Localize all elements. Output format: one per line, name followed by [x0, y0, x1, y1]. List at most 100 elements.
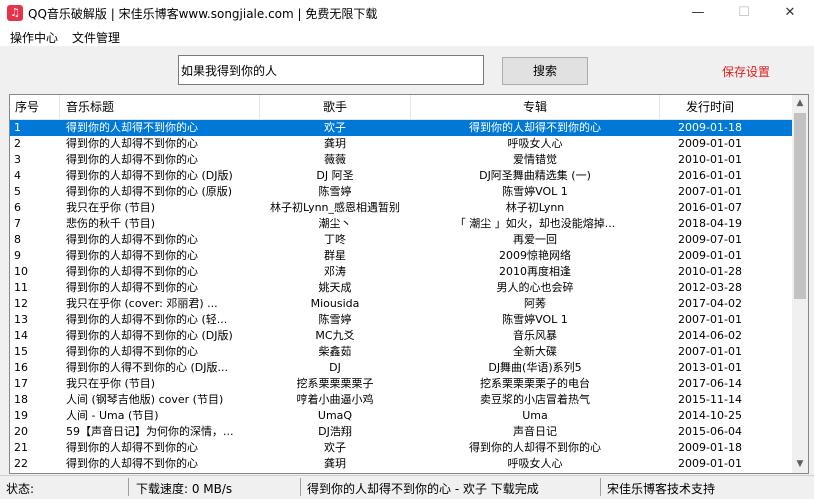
minimize-button[interactable]: —: [675, 0, 721, 26]
row-artist: 陈雪婷: [318, 185, 352, 198]
row-release-date: 2014-10-25: [678, 409, 742, 422]
table-row[interactable]: 1 得到你的人却得不到你的心 欢子 得到你的人却得不到你的心 2009-01-18: [10, 120, 792, 136]
music-note-icon: ♫: [7, 5, 23, 21]
table-row[interactable]: 16 得到你的人得不到你的心 (DJ版... DJ DJ舞曲(华语)系列5 2013-0…: [10, 360, 792, 376]
row-release-date: 2010-01-28: [678, 265, 742, 278]
table-row[interactable]: 9 得到你的人却得不到你的心 群星 2009惊艳网络 2009-01-01: [10, 248, 792, 264]
row-index: 18: [14, 393, 28, 406]
row-index: 19: [14, 409, 28, 422]
row-title: 得到你的人却得不到你的心: [66, 345, 198, 358]
table-row[interactable]: 19 人间 - Uma (节目) UmaQ Uma 2014-10-25: [10, 408, 792, 424]
row-index: 15: [14, 345, 28, 358]
row-artist: Miousida: [310, 297, 360, 310]
row-artist: DJ浩翔: [318, 425, 352, 438]
row-index: 22: [14, 457, 28, 470]
row-title: 得到你的人却得不到你的心 (原版): [66, 185, 233, 198]
table-row[interactable]: 11 得到你的人却得不到你的心 姚天成 男人的心也会碎 2012-03-28: [10, 280, 792, 296]
row-artist: 欢子: [324, 441, 346, 454]
scroll-up-icon[interactable]: ▲: [792, 95, 808, 112]
row-index: 20: [14, 425, 28, 438]
close-button[interactable]: ✕: [767, 0, 813, 26]
table-row[interactable]: 21 得到你的人却得不到你的心 欢子 得到你的人却得不到你的心 2009-01-18: [10, 440, 792, 456]
row-index: 5: [14, 185, 21, 198]
row-title: 得到你的人却得不到你的心 (轻...: [66, 313, 228, 326]
row-artist: 姚天成: [318, 281, 352, 294]
table-row[interactable]: 22 得到你的人却得不到你的心 龚玥 呼吸女人心 2009-01-01: [10, 456, 792, 472]
row-album: 声音日记: [513, 425, 557, 438]
menu-file-management[interactable]: 文件管理: [72, 29, 120, 46]
row-title: 我只在乎你 (cover: 邓丽君) ...: [66, 297, 218, 310]
save-settings-link[interactable]: 保存设置: [722, 63, 770, 80]
search-button[interactable]: 搜索: [502, 57, 588, 85]
row-title: 人间 (钢琴吉他版) cover (节目): [66, 393, 224, 406]
header-release-date[interactable]: 发行时间: [660, 95, 792, 119]
row-album: 陈雪婷VOL 1: [502, 185, 568, 198]
row-album: DJ舞曲(华语)系列5: [488, 361, 582, 374]
table-row[interactable]: 6 我只在乎你 (节目) 林子初Lynn_感恩相遇暂别 林子初Lynn 2016-01-…: [10, 200, 792, 216]
row-album: 再爱一回: [513, 233, 557, 246]
table-row[interactable]: 7 悲伤的秋千 (节目) 潮尘丶 「 潮尘 」如火，却也没能熔掉... 2018-04-…: [10, 216, 792, 232]
header-title[interactable]: 音乐标题: [60, 95, 260, 119]
row-artist: 潮尘丶: [318, 217, 352, 230]
row-title: 悲伤的秋千 (节目): [66, 217, 156, 230]
table-row[interactable]: 15 得到你的人却得不到你的心 柴鑫茹 全新大碟 2007-01-01: [10, 344, 792, 360]
table-row[interactable]: 20 59【声音日记】为何你的深情，... DJ浩翔 声音日记 2015-06-04: [10, 424, 792, 440]
table-row[interactable]: 18 人间 (钢琴吉他版) cover (节目) 哼着小曲逼小鸡 卖豆浆的小店冒着热气…: [10, 392, 792, 408]
scroll-thumb[interactable]: [794, 113, 806, 299]
table-row[interactable]: 4 得到你的人却得不到你的心 (DJ版) DJ 阿圣 DJ阿圣舞曲精选集 (一) 201…: [10, 168, 792, 184]
row-release-date: 2015-11-14: [678, 393, 742, 406]
table-row[interactable]: 8 得到你的人却得不到你的心 丁咚 再爱一回 2009-07-01: [10, 232, 792, 248]
table-row[interactable]: 13 得到你的人却得不到你的心 (轻... 陈雪婷 陈雪婷VOL 1 2007-01-0…: [10, 312, 792, 328]
row-album: 陈雪婷VOL 1: [502, 313, 568, 326]
row-title: 得到你的人却得不到你的心: [66, 249, 198, 262]
row-album: Uma: [522, 409, 548, 422]
row-album: 阿莠: [524, 297, 546, 310]
row-index: 9: [14, 249, 21, 262]
table-row[interactable]: 2 得到你的人却得不到你的心 龚玥 呼吸女人心 2009-01-01: [10, 136, 792, 152]
menu-bar: 操作中心 文件管理: [0, 26, 814, 46]
music-list[interactable]: 序号 音乐标题 歌手 专辑 发行时间 1 得到你的人却得不到你的心 欢子 得到你的人却…: [9, 94, 809, 474]
row-release-date: 2009-01-01: [678, 249, 742, 262]
table-row[interactable]: 17 我只在乎你 (节目) 挖系栗栗栗栗子 挖系栗栗栗栗子的电台 2017-06-14: [10, 376, 792, 392]
table-row[interactable]: 5 得到你的人却得不到你的心 (原版) 陈雪婷 陈雪婷VOL 1 2007-01-01: [10, 184, 792, 200]
row-index: 16: [14, 361, 28, 374]
table-row[interactable]: 12 我只在乎你 (cover: 邓丽君) ... Miousida 阿莠 2017-0…: [10, 296, 792, 312]
status-label: 状态:: [6, 482, 35, 496]
table-row[interactable]: 10 得到你的人却得不到你的心 邓涛 2010再度相逢 2010-01-28: [10, 264, 792, 280]
table-row[interactable]: 3 得到你的人却得不到你的心 薇薇 爱情错觉 2010-01-01: [10, 152, 792, 168]
row-album: 得到你的人却得不到你的心: [469, 441, 601, 454]
status-bar: 状态: 下载速度: 0 MB/s 得到你的人却得不到你的心 - 欢子 下载完成 …: [0, 475, 814, 499]
search-input[interactable]: [178, 55, 484, 85]
row-title: 得到你的人却得不到你的心: [66, 281, 198, 294]
row-index: 12: [14, 297, 28, 310]
row-index: 17: [14, 377, 28, 390]
row-album: 呼吸女人心: [507, 137, 563, 150]
header-artist[interactable]: 歌手: [260, 95, 411, 119]
row-artist: 陈雪婷: [318, 313, 352, 326]
row-index: 6: [14, 201, 21, 214]
table-row[interactable]: 14 得到你的人却得不到你的心 (DJ版) MC九爻 音乐风暴 2014-06-02: [10, 328, 792, 344]
vertical-scrollbar[interactable]: ▲ ▼: [792, 95, 808, 473]
row-release-date: 2012-03-28: [678, 281, 742, 294]
row-artist: 欢子: [324, 121, 346, 134]
row-index: 3: [14, 153, 21, 166]
row-artist: 邓涛: [324, 265, 346, 278]
row-release-date: 2009-01-01: [678, 457, 742, 470]
row-release-date: 2009-07-01: [678, 233, 742, 246]
row-album: DJ阿圣舞曲精选集 (一): [479, 169, 591, 182]
maximize-button[interactable]: ☐: [721, 0, 767, 26]
row-release-date: 2017-04-02: [678, 297, 742, 310]
header-album[interactable]: 专辑: [411, 95, 660, 119]
header-index[interactable]: 序号: [10, 95, 60, 119]
scroll-down-icon[interactable]: ▼: [792, 456, 808, 473]
row-album: 呼吸女人心: [507, 457, 563, 470]
row-artist: 丁咚: [324, 233, 346, 246]
row-album: 音乐风暴: [513, 329, 557, 342]
row-index: 7: [14, 217, 21, 230]
row-artist: 薇薇: [324, 153, 346, 166]
row-title: 得到你的人得不到你的心 (DJ版...: [66, 361, 228, 374]
row-release-date: 2017-06-14: [678, 377, 742, 390]
title-bar[interactable]: ♫ QQ音乐破解版 | 宋佳乐博客www.songjiale.com | 免费无…: [0, 0, 814, 26]
row-artist: 柴鑫茹: [318, 345, 352, 358]
menu-operation-center[interactable]: 操作中心: [10, 29, 58, 46]
